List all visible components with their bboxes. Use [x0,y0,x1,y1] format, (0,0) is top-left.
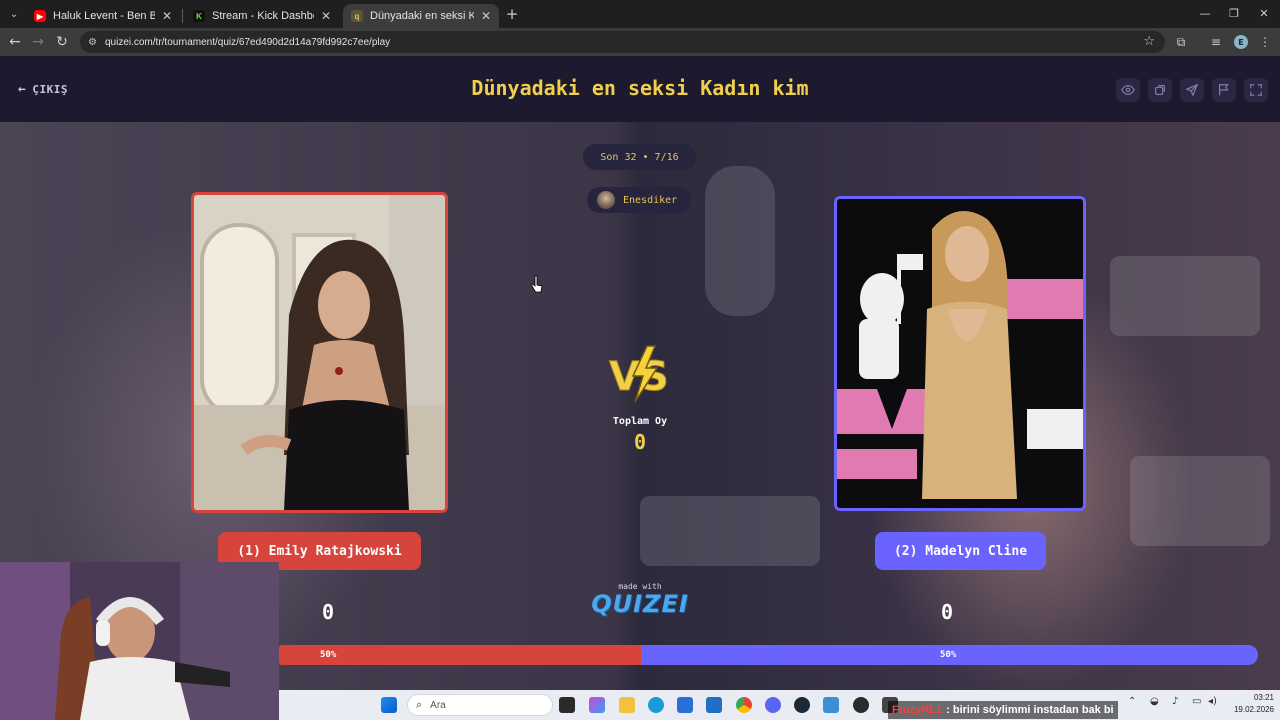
total-votes-value: 0 [633,430,647,454]
streamer-camera [0,562,279,720]
vote-button-right[interactable]: (2) Madelyn Cline [875,532,1046,570]
search-icon: ⌕ [416,698,423,711]
site-info-icon[interactable]: ⚙ [88,37,97,48]
chat-message: : birini söylimmi instadan bak bi [946,704,1114,716]
microphone-icon[interactable]: ♪ [1172,696,1178,707]
quizei-icon: q [351,10,363,22]
webcam-overlay [0,562,279,720]
display-icon[interactable]: ▭ [1192,696,1201,707]
flag-icon[interactable] [1212,78,1236,102]
vote-count-left: 0 [322,600,335,624]
percent-right: 50% [940,650,957,660]
edge-icon[interactable] [648,697,664,713]
tab-title: Dünyadaki en seksi Kadın kim [370,10,474,22]
progress-bar-right: 50% [641,645,1258,665]
tab-title: Stream - Kick Dashboard [212,10,314,22]
browser-toolbar: ← → ↻ ⚙ quizei.com/tr/tournament/quiz/67… [0,28,1280,56]
share-icon[interactable] [1148,78,1172,102]
minimize-icon[interactable]: — [1190,4,1220,22]
chat-username: FrozyRL1 [892,704,943,716]
chevron-up-icon[interactable]: ⌃ [1128,696,1136,707]
eye-icon[interactable] [1116,78,1140,102]
network-icon[interactable]: ◒ [1150,696,1159,707]
back-button[interactable]: ← [5,32,25,52]
search-placeholder: Ara [430,699,446,711]
close-icon[interactable]: ✕ [162,9,172,23]
tab-title: Haluk Levent - Ben Bu Gece Öl [53,10,155,22]
progress-bar-left: 50% [279,645,641,665]
reload-button[interactable]: ↻ [52,32,72,52]
portrait-photo [194,195,445,510]
start-icon[interactable] [381,697,397,713]
copilot-icon[interactable] [589,697,605,713]
background-decoration [640,496,820,566]
forward-button[interactable]: → [28,32,48,52]
file-explorer-icon[interactable] [619,697,635,713]
avatar [597,191,615,209]
bookmark-star-icon[interactable]: ☆ [1143,34,1155,49]
taskbar-search[interactable]: ⌕ Ara [407,694,553,716]
contestant-left-image[interactable] [191,192,448,513]
store-icon[interactable] [677,697,693,713]
restore-icon[interactable]: ❐ [1219,4,1249,22]
user-badge: Enesdiker [587,187,691,213]
profile-avatar[interactable]: E [1234,35,1248,49]
background-decoration [1110,256,1260,336]
media-controls-icon[interactable]: ≡ [1207,33,1225,51]
discord-icon[interactable] [765,697,781,713]
extensions-icon[interactable]: ⧉ [1172,33,1190,51]
tab-search-icon[interactable]: ⌄ [4,4,24,24]
menu-icon[interactable]: ⋮ [1256,33,1274,51]
browser-tab-bar: ⌄ ▶ Haluk Levent - Ben Bu Gece Öl ✕ K St… [0,0,1280,28]
kick-icon: K [193,10,205,22]
steam-icon[interactable] [794,697,810,713]
tab-quizei[interactable]: q Dünyadaki en seksi Kadın kim ✕ [343,4,499,28]
contestant-right-image[interactable] [834,196,1086,511]
clock-date: 19.02.2026 [1233,705,1274,714]
notepad-icon[interactable] [823,697,839,713]
username: Enesdiker [623,194,678,206]
new-tab-button[interactable]: + [504,5,520,23]
url-text: quizei.com/tr/tournament/quiz/67ed490d2d… [104,36,391,48]
close-icon[interactable]: ✕ [481,9,491,23]
tab-divider [182,9,183,23]
chat-ticker: FrozyRL1 : birini söylimmi instadan bak … [888,701,1118,719]
taskbar-clock[interactable]: 03:21 19.02.2026 [1226,692,1274,716]
vote-count-right: 0 [941,600,954,624]
total-votes-label: Toplam Oy [612,416,668,427]
quiz-header: ← ÇIKIŞ Dünyadaki en seksi Kadın kim [0,56,1280,122]
fullscreen-icon[interactable] [1244,78,1268,102]
obs-icon[interactable] [853,697,869,713]
youtube-icon: ▶ [34,10,46,22]
versus-icon: VS [609,345,669,403]
task-view-icon[interactable] [559,697,575,713]
page-title: Dünyadaki en seksi Kadın kim [471,76,809,100]
background-decoration [1130,456,1270,546]
mouse-cursor-icon [531,275,543,293]
address-bar[interactable]: ⚙ quizei.com/tr/tournament/quiz/67ed490d… [80,31,1165,53]
send-icon[interactable] [1180,78,1204,102]
percent-left: 50% [320,650,337,660]
round-indicator: Son 32 • 7/16 [583,144,696,170]
clock-time: 03:21 [1253,693,1274,702]
chrome-icon[interactable] [736,697,752,713]
portrait-photo [837,199,1083,508]
tab-kick[interactable]: K Stream - Kick Dashboard ✕ [185,4,339,28]
background-decoration [705,166,775,316]
tab-youtube[interactable]: ▶ Haluk Levent - Ben Bu Gece Öl ✕ [26,4,180,28]
outlook-icon[interactable] [706,697,722,713]
volume-icon[interactable]: ◂) [1208,696,1217,707]
close-icon[interactable]: ✕ [321,9,331,23]
close-window-icon[interactable]: ✕ [1249,4,1279,22]
